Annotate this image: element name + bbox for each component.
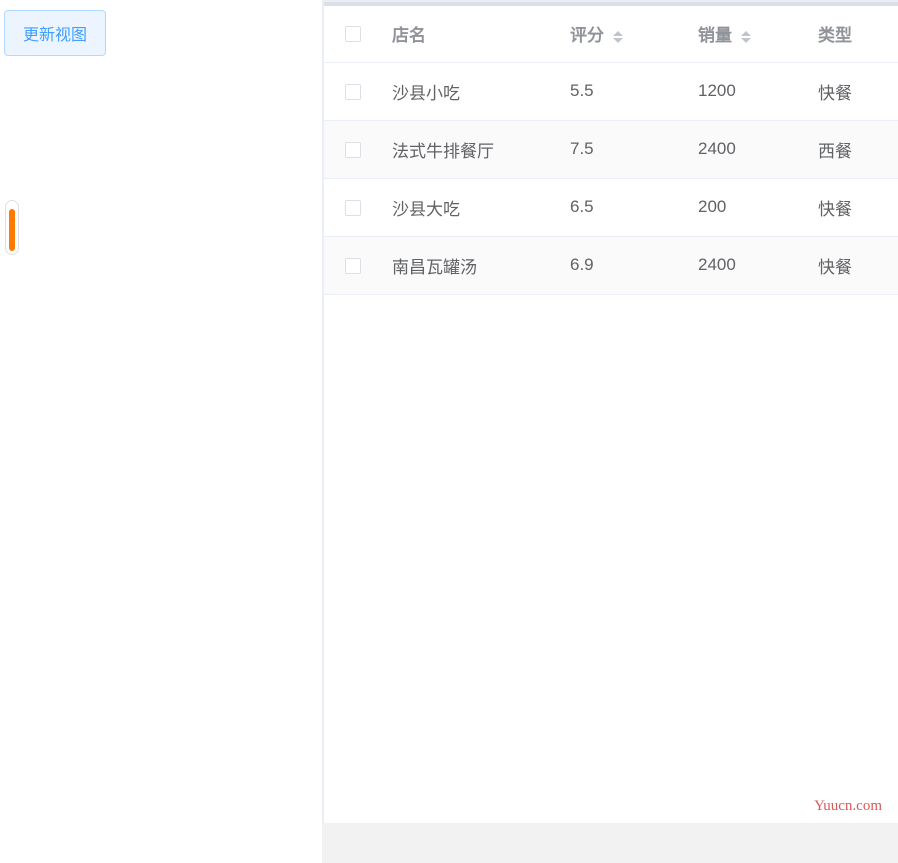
cell-rating: 6.5 xyxy=(560,178,688,236)
header-sales-label: 销量 xyxy=(698,26,732,45)
header-name: 店名 xyxy=(382,6,560,62)
watermark: Yuucn.com xyxy=(814,798,882,815)
table-row[interactable]: 法式牛排餐厅7.52400西餐 xyxy=(324,120,898,178)
vertical-slider[interactable] xyxy=(5,200,19,255)
sort-down-icon[interactable] xyxy=(741,38,751,43)
table-header-row: 店名 评分 销量 类型 xyxy=(324,6,898,62)
update-view-button[interactable]: 更新视图 xyxy=(4,10,106,56)
data-table: 店名 评分 销量 类型 xyxy=(324,6,898,295)
cell-type: 西餐 xyxy=(808,120,898,178)
cell-type: 快餐 xyxy=(808,62,898,120)
cell-type: 快餐 xyxy=(808,236,898,294)
cell-type: 快餐 xyxy=(808,178,898,236)
cell-rating: 6.9 xyxy=(560,236,688,294)
cell-name: 沙县小吃 xyxy=(382,62,560,120)
row-checkbox-cell xyxy=(324,120,382,178)
row-checkbox[interactable] xyxy=(345,142,361,158)
table-row[interactable]: 南昌瓦罐汤6.92400快餐 xyxy=(324,236,898,294)
cell-name: 沙县大吃 xyxy=(382,178,560,236)
header-sales[interactable]: 销量 xyxy=(688,6,808,62)
cell-sales: 200 xyxy=(688,178,808,236)
cell-sales: 2400 xyxy=(688,236,808,294)
header-checkbox-cell xyxy=(324,6,382,62)
header-type: 类型 xyxy=(808,6,898,62)
cell-name: 南昌瓦罐汤 xyxy=(382,236,560,294)
left-panel: 更新视图 xyxy=(0,0,310,863)
table-panel: 店名 评分 销量 类型 xyxy=(322,0,898,863)
row-checkbox[interactable] xyxy=(345,84,361,100)
table-row[interactable]: 沙县小吃5.51200快餐 xyxy=(324,62,898,120)
row-checkbox[interactable] xyxy=(345,200,361,216)
cell-rating: 5.5 xyxy=(560,62,688,120)
sort-down-icon[interactable] xyxy=(613,38,623,43)
cell-name: 法式牛排餐厅 xyxy=(382,120,560,178)
header-rating-label: 评分 xyxy=(570,26,604,45)
header-rating[interactable]: 评分 xyxy=(560,6,688,62)
slider-fill xyxy=(9,209,15,251)
sort-carets-rating xyxy=(613,31,623,43)
sort-up-icon[interactable] xyxy=(741,31,751,36)
cell-rating: 7.5 xyxy=(560,120,688,178)
row-checkbox-cell xyxy=(324,178,382,236)
row-checkbox-cell xyxy=(324,62,382,120)
sort-carets-sales xyxy=(741,31,751,43)
sort-up-icon[interactable] xyxy=(613,31,623,36)
cell-sales: 2400 xyxy=(688,120,808,178)
row-checkbox[interactable] xyxy=(345,258,361,274)
select-all-checkbox[interactable] xyxy=(345,26,361,42)
cell-sales: 1200 xyxy=(688,62,808,120)
header-name-label: 店名 xyxy=(392,26,426,45)
table-footer-bar xyxy=(322,823,898,863)
table-row[interactable]: 沙县大吃6.5200快餐 xyxy=(324,178,898,236)
row-checkbox-cell xyxy=(324,236,382,294)
header-type-label: 类型 xyxy=(818,26,852,45)
